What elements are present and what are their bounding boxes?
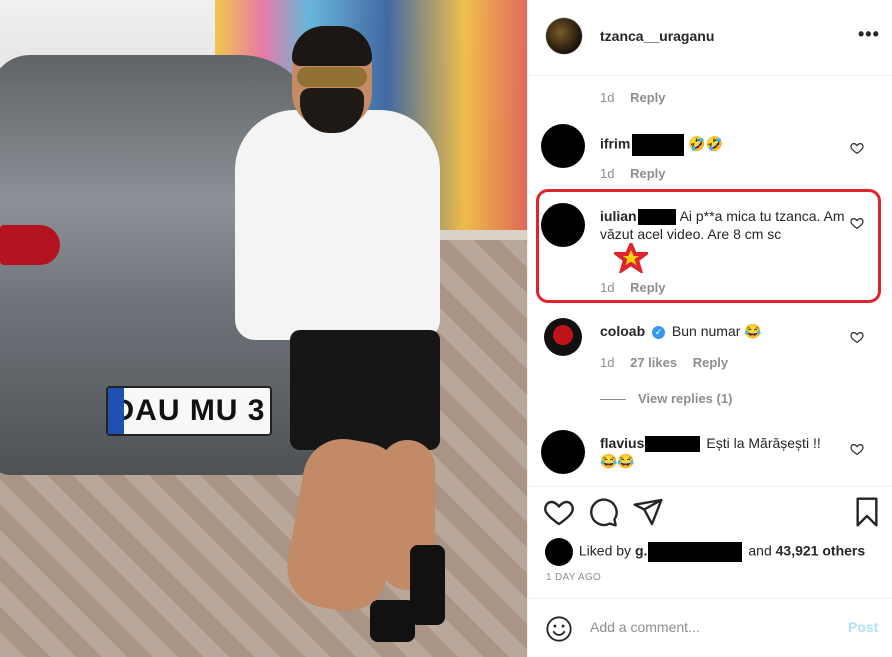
- redaction-bar: [648, 542, 743, 562]
- commenter-avatar[interactable]: [541, 203, 585, 247]
- plate-eu-band: [108, 388, 124, 434]
- comment-body: Bun numar 😂: [671, 323, 762, 339]
- prev-comment-meta: 1d Reply: [600, 90, 678, 105]
- redaction-bar: [645, 436, 701, 453]
- photo-taillight: [0, 225, 60, 265]
- commenter-username[interactable]: ifrim: [600, 136, 630, 152]
- view-replies[interactable]: View replies (1): [600, 391, 744, 406]
- comment-likes-count[interactable]: 27 likes: [630, 355, 677, 370]
- redaction-bar: [637, 209, 676, 226]
- like-icon[interactable]: [543, 496, 575, 528]
- comment-text: iulian Ai p**a mica tu tzanca. Am văzut a…: [600, 207, 845, 243]
- redaction-bar: [632, 134, 685, 156]
- likes-summary: Liked by g. and 43,921 others: [545, 538, 866, 566]
- commenter-username[interactable]: iulian: [600, 208, 637, 224]
- commenter-avatar[interactable]: [541, 124, 585, 168]
- comment-text: flavius Ești la Mărășești !! 😂😂: [600, 434, 840, 470]
- comment-body: Ești la Mărășești !!: [706, 435, 821, 451]
- post-comment-button[interactable]: Post: [848, 619, 878, 635]
- comment-meta: 1d Reply: [600, 280, 678, 295]
- comment-reply-button[interactable]: Reply: [693, 355, 728, 370]
- more-options-icon[interactable]: •••: [858, 24, 880, 45]
- post-side-panel: tzanca__uraganu ••• 1d Reply ifrim 🤣🤣 1d…: [527, 0, 892, 657]
- comment-icon[interactable]: [587, 496, 619, 528]
- commenter-username[interactable]: flavius: [600, 435, 644, 451]
- comment-text: ifrim 🤣🤣: [600, 134, 840, 156]
- comment-age: 1d: [600, 280, 615, 295]
- actions-divider: [528, 486, 892, 487]
- liker-avatar: [545, 538, 573, 566]
- comment-reply-button[interactable]: Reply: [630, 166, 665, 181]
- verified-badge-icon: ✓: [652, 325, 666, 339]
- like-heart-icon[interactable]: [850, 330, 864, 344]
- action-bar: [528, 496, 892, 532]
- save-bookmark-icon[interactable]: [851, 496, 883, 528]
- add-comment-bar: Add a comment... Post: [528, 598, 892, 657]
- comment-age: 1d: [600, 355, 615, 370]
- like-heart-icon[interactable]: [850, 216, 864, 230]
- commenter-avatar[interactable]: [541, 430, 585, 474]
- share-icon[interactable]: [632, 496, 664, 528]
- prev-comment-age: 1d: [600, 90, 615, 105]
- likes-prefix: Liked by: [578, 542, 632, 559]
- emoji-smile-icon[interactable]: [545, 615, 573, 643]
- post-date[interactable]: 1 DAY AGO: [546, 572, 601, 583]
- author-avatar[interactable]: [545, 17, 583, 55]
- photo-shoe-left: [370, 600, 415, 642]
- likes-count[interactable]: 43,921 others: [776, 543, 866, 559]
- comment-input[interactable]: Add a comment...: [590, 619, 700, 635]
- photo-shoe-right: [410, 545, 445, 625]
- post-photo[interactable]: DAU MU 3: [0, 0, 527, 657]
- comment-meta: 1d 27 likes Reply: [600, 355, 740, 370]
- star-sticker-icon: [614, 243, 648, 273]
- comment-age: 1d: [600, 166, 615, 181]
- comment-body-emoji: 😂😂: [600, 453, 635, 470]
- view-replies-line: [600, 399, 626, 401]
- comment-body: 🤣🤣: [688, 135, 724, 152]
- comment-reply-button[interactable]: Reply: [630, 280, 665, 295]
- plate-text: DAU MU 3: [112, 394, 266, 427]
- commenter-username[interactable]: coloab: [600, 323, 645, 339]
- like-heart-icon[interactable]: [850, 442, 864, 456]
- license-plate: DAU MU 3: [106, 386, 272, 436]
- photo-sunglasses: [297, 67, 367, 87]
- post-header: tzanca__uraganu •••: [528, 0, 892, 76]
- prev-comment-reply-button[interactable]: Reply: [630, 90, 665, 105]
- comment-meta: 1d Reply: [600, 166, 678, 181]
- liker-username[interactable]: g.: [635, 543, 647, 559]
- view-replies-label[interactable]: View replies (1): [638, 391, 732, 406]
- photo-person-shirt: [235, 110, 440, 340]
- like-heart-icon[interactable]: [850, 141, 864, 155]
- photo-person-shorts: [290, 330, 440, 450]
- comment-text: coloab ✓ Bun numar 😂: [600, 322, 840, 340]
- author-username[interactable]: tzanca__uraganu: [600, 28, 714, 44]
- likes-and: and: [748, 542, 772, 559]
- commenter-avatar[interactable]: [544, 318, 582, 356]
